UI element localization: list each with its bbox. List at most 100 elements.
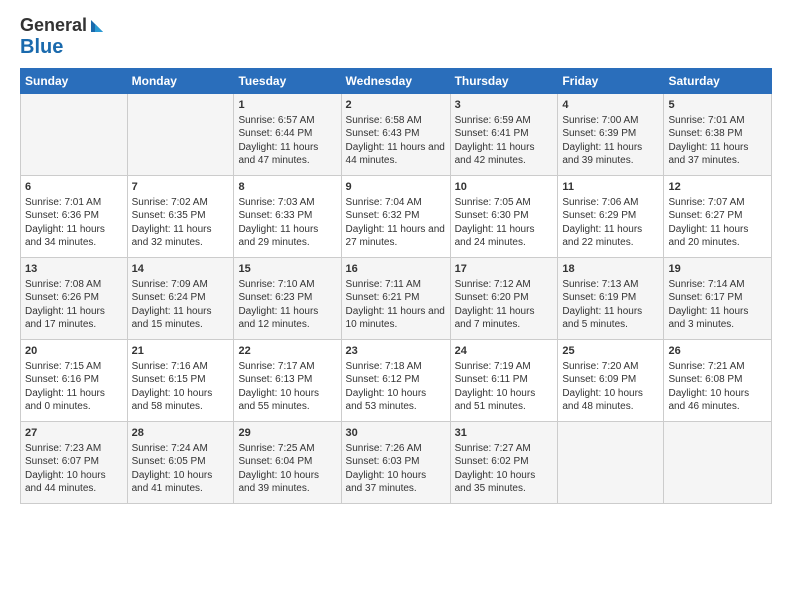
day-info: Sunrise: 7:07 AM Sunset: 6:27 PM Dayligh… — [668, 196, 767, 250]
week-row-1: 1Sunrise: 6:57 AM Sunset: 6:44 PM Daylig… — [21, 93, 772, 175]
week-row-5: 27Sunrise: 7:23 AM Sunset: 6:07 PM Dayli… — [21, 421, 772, 503]
calendar-table: SundayMondayTuesdayWednesdayThursdayFrid… — [20, 68, 772, 504]
day-info: Sunrise: 7:05 AM Sunset: 6:30 PM Dayligh… — [455, 196, 554, 250]
col-header-wednesday: Wednesday — [341, 68, 450, 93]
day-cell: 22Sunrise: 7:17 AM Sunset: 6:13 PM Dayli… — [234, 339, 341, 421]
day-cell: 20Sunrise: 7:15 AM Sunset: 6:16 PM Dayli… — [21, 339, 128, 421]
day-info: Sunrise: 6:57 AM Sunset: 6:44 PM Dayligh… — [238, 114, 336, 168]
day-cell — [558, 421, 664, 503]
day-number: 16 — [346, 262, 446, 277]
day-cell: 11Sunrise: 7:06 AM Sunset: 6:29 PM Dayli… — [558, 175, 664, 257]
day-number: 29 — [238, 426, 336, 441]
day-info: Sunrise: 7:14 AM Sunset: 6:17 PM Dayligh… — [668, 278, 767, 332]
day-cell: 21Sunrise: 7:16 AM Sunset: 6:15 PM Dayli… — [127, 339, 234, 421]
day-number: 19 — [668, 262, 767, 277]
day-info: Sunrise: 7:25 AM Sunset: 6:04 PM Dayligh… — [238, 442, 336, 496]
day-cell: 28Sunrise: 7:24 AM Sunset: 6:05 PM Dayli… — [127, 421, 234, 503]
day-cell: 10Sunrise: 7:05 AM Sunset: 6:30 PM Dayli… — [450, 175, 558, 257]
day-info: Sunrise: 7:08 AM Sunset: 6:26 PM Dayligh… — [25, 278, 123, 332]
day-number: 23 — [346, 344, 446, 359]
day-info: Sunrise: 7:09 AM Sunset: 6:24 PM Dayligh… — [132, 278, 230, 332]
day-number: 12 — [668, 180, 767, 195]
day-cell: 26Sunrise: 7:21 AM Sunset: 6:08 PM Dayli… — [664, 339, 772, 421]
day-cell: 25Sunrise: 7:20 AM Sunset: 6:09 PM Dayli… — [558, 339, 664, 421]
day-info: Sunrise: 7:18 AM Sunset: 6:12 PM Dayligh… — [346, 360, 446, 414]
day-info: Sunrise: 7:20 AM Sunset: 6:09 PM Dayligh… — [562, 360, 659, 414]
day-number: 1 — [238, 98, 336, 113]
day-info: Sunrise: 7:26 AM Sunset: 6:03 PM Dayligh… — [346, 442, 446, 496]
header: General Blue — [20, 16, 772, 58]
day-number: 14 — [132, 262, 230, 277]
day-number: 9 — [346, 180, 446, 195]
day-info: Sunrise: 7:17 AM Sunset: 6:13 PM Dayligh… — [238, 360, 336, 414]
day-cell: 31Sunrise: 7:27 AM Sunset: 6:02 PM Dayli… — [450, 421, 558, 503]
logo-blue: Blue — [20, 36, 107, 58]
day-number: 7 — [132, 180, 230, 195]
day-info: Sunrise: 7:01 AM Sunset: 6:38 PM Dayligh… — [668, 114, 767, 168]
day-cell: 4Sunrise: 7:00 AM Sunset: 6:39 PM Daylig… — [558, 93, 664, 175]
day-number: 15 — [238, 262, 336, 277]
logo-general: General — [20, 16, 87, 36]
day-info: Sunrise: 7:02 AM Sunset: 6:35 PM Dayligh… — [132, 196, 230, 250]
day-number: 2 — [346, 98, 446, 113]
day-number: 3 — [455, 98, 554, 113]
day-number: 17 — [455, 262, 554, 277]
page: General Blue SundayMondayTuesdayWednesda… — [0, 0, 792, 514]
day-cell: 9Sunrise: 7:04 AM Sunset: 6:32 PM Daylig… — [341, 175, 450, 257]
day-number: 28 — [132, 426, 230, 441]
day-info: Sunrise: 7:11 AM Sunset: 6:21 PM Dayligh… — [346, 278, 446, 332]
day-number: 5 — [668, 98, 767, 113]
day-cell: 12Sunrise: 7:07 AM Sunset: 6:27 PM Dayli… — [664, 175, 772, 257]
day-cell: 24Sunrise: 7:19 AM Sunset: 6:11 PM Dayli… — [450, 339, 558, 421]
day-number: 31 — [455, 426, 554, 441]
day-cell: 30Sunrise: 7:26 AM Sunset: 6:03 PM Dayli… — [341, 421, 450, 503]
day-cell — [127, 93, 234, 175]
day-cell — [21, 93, 128, 175]
day-info: Sunrise: 7:16 AM Sunset: 6:15 PM Dayligh… — [132, 360, 230, 414]
day-info: Sunrise: 7:13 AM Sunset: 6:19 PM Dayligh… — [562, 278, 659, 332]
day-number: 30 — [346, 426, 446, 441]
day-info: Sunrise: 7:21 AM Sunset: 6:08 PM Dayligh… — [668, 360, 767, 414]
day-cell: 13Sunrise: 7:08 AM Sunset: 6:26 PM Dayli… — [21, 257, 128, 339]
day-cell: 17Sunrise: 7:12 AM Sunset: 6:20 PM Dayli… — [450, 257, 558, 339]
day-cell: 1Sunrise: 6:57 AM Sunset: 6:44 PM Daylig… — [234, 93, 341, 175]
day-number: 8 — [238, 180, 336, 195]
day-number: 22 — [238, 344, 336, 359]
day-cell: 29Sunrise: 7:25 AM Sunset: 6:04 PM Dayli… — [234, 421, 341, 503]
day-cell: 7Sunrise: 7:02 AM Sunset: 6:35 PM Daylig… — [127, 175, 234, 257]
day-info: Sunrise: 7:24 AM Sunset: 6:05 PM Dayligh… — [132, 442, 230, 496]
day-cell: 15Sunrise: 7:10 AM Sunset: 6:23 PM Dayli… — [234, 257, 341, 339]
col-header-tuesday: Tuesday — [234, 68, 341, 93]
week-row-2: 6Sunrise: 7:01 AM Sunset: 6:36 PM Daylig… — [21, 175, 772, 257]
day-number: 21 — [132, 344, 230, 359]
day-number: 6 — [25, 180, 123, 195]
day-number: 20 — [25, 344, 123, 359]
day-number: 13 — [25, 262, 123, 277]
col-header-monday: Monday — [127, 68, 234, 93]
day-cell: 8Sunrise: 7:03 AM Sunset: 6:33 PM Daylig… — [234, 175, 341, 257]
day-info: Sunrise: 7:00 AM Sunset: 6:39 PM Dayligh… — [562, 114, 659, 168]
header-row: SundayMondayTuesdayWednesdayThursdayFrid… — [21, 68, 772, 93]
day-info: Sunrise: 7:15 AM Sunset: 6:16 PM Dayligh… — [25, 360, 123, 414]
day-info: Sunrise: 7:12 AM Sunset: 6:20 PM Dayligh… — [455, 278, 554, 332]
day-info: Sunrise: 7:03 AM Sunset: 6:33 PM Dayligh… — [238, 196, 336, 250]
col-header-thursday: Thursday — [450, 68, 558, 93]
day-number: 26 — [668, 344, 767, 359]
logo-arrow-icon — [89, 16, 107, 34]
day-cell: 14Sunrise: 7:09 AM Sunset: 6:24 PM Dayli… — [127, 257, 234, 339]
day-cell: 16Sunrise: 7:11 AM Sunset: 6:21 PM Dayli… — [341, 257, 450, 339]
week-row-3: 13Sunrise: 7:08 AM Sunset: 6:26 PM Dayli… — [21, 257, 772, 339]
day-cell — [664, 421, 772, 503]
day-number: 11 — [562, 180, 659, 195]
day-cell: 3Sunrise: 6:59 AM Sunset: 6:41 PM Daylig… — [450, 93, 558, 175]
day-number: 27 — [25, 426, 123, 441]
day-cell: 5Sunrise: 7:01 AM Sunset: 6:38 PM Daylig… — [664, 93, 772, 175]
col-header-saturday: Saturday — [664, 68, 772, 93]
day-info: Sunrise: 7:19 AM Sunset: 6:11 PM Dayligh… — [455, 360, 554, 414]
day-info: Sunrise: 7:06 AM Sunset: 6:29 PM Dayligh… — [562, 196, 659, 250]
logo: General Blue — [20, 16, 107, 58]
day-info: Sunrise: 7:23 AM Sunset: 6:07 PM Dayligh… — [25, 442, 123, 496]
day-info: Sunrise: 6:58 AM Sunset: 6:43 PM Dayligh… — [346, 114, 446, 168]
day-cell: 23Sunrise: 7:18 AM Sunset: 6:12 PM Dayli… — [341, 339, 450, 421]
col-header-friday: Friday — [558, 68, 664, 93]
